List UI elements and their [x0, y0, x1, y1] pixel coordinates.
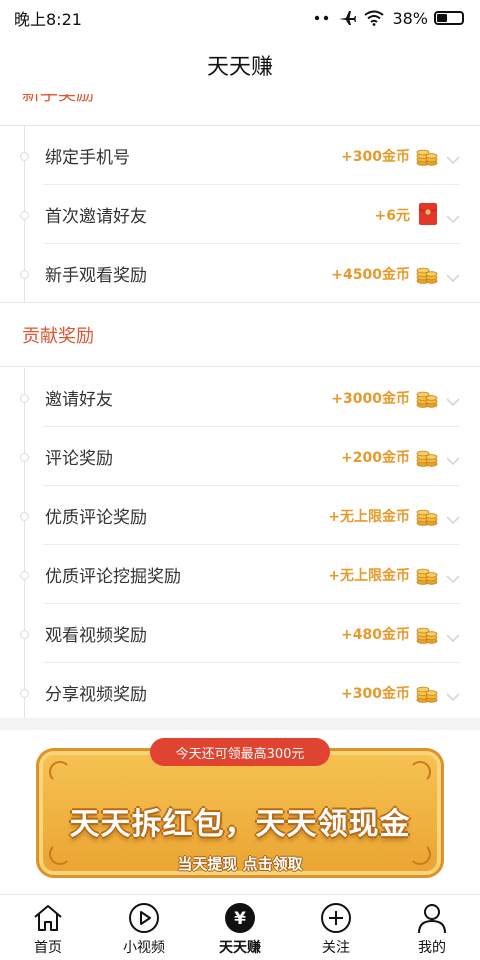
task-label: 评论奖励: [45, 449, 113, 469]
plus-circle-icon: [320, 901, 352, 935]
task-row[interactable]: 评论奖励 +200金币: [0, 427, 480, 486]
battery-percent: 38%: [392, 8, 428, 28]
newbie-task-list: 绑定手机号 +300金币首次邀请好友 +6元新手观看奖励 +4500金币: [0, 126, 480, 303]
chevron-down-icon: [446, 451, 460, 470]
task-row[interactable]: 分享视频奖励 +300金币: [0, 663, 480, 722]
task-reward: +3000金币: [331, 390, 410, 407]
task-label: 优质评论奖励: [45, 508, 147, 528]
task-label: 邀请好友: [45, 390, 113, 410]
banner-card[interactable]: 天天拆红包，天天领现金 当天提现 点击领取: [36, 748, 444, 878]
status-bar: 晚上8:21 38%: [0, 0, 480, 36]
task-label: 新手观看奖励: [45, 266, 147, 286]
contribution-task-list: 邀请好友 +3000金币 评论奖励 +200金币 优质评论奖励 +无上限金币 优质评论挖掘奖…: [0, 368, 480, 722]
tab-mine[interactable]: 我的: [384, 895, 480, 960]
battery-icon: [434, 11, 464, 25]
timeline-dot: [20, 512, 29, 521]
task-reward: +300金币: [341, 685, 410, 702]
red-envelope-icon: [418, 202, 438, 230]
airplane-icon: [338, 10, 357, 26]
gold-coins-icon: [416, 505, 438, 531]
timeline-dot: [20, 630, 29, 639]
page-title: 天天赚: [206, 55, 273, 80]
battery-indicator: 38%: [392, 9, 464, 28]
yen-circle-icon: ¥: [224, 901, 256, 935]
task-label: 分享视频奖励: [45, 685, 147, 705]
timeline-dot: [20, 689, 29, 698]
timeline-dot: [20, 571, 29, 580]
svg-text:¥: ¥: [234, 909, 246, 929]
banner-pill: 今天还可领最高300元: [150, 738, 330, 766]
tab-follow[interactable]: 关注: [288, 895, 384, 960]
task-label: 观看视频奖励: [45, 626, 147, 646]
task-row[interactable]: 优质评论挖掘奖励 +无上限金币: [0, 545, 480, 604]
banner-title: 天天拆红包，天天领现金: [69, 807, 411, 842]
chevron-down-icon: [446, 150, 460, 169]
task-row[interactable]: 绑定手机号 +300金币: [0, 126, 480, 185]
task-row[interactable]: 观看视频奖励 +480金币: [0, 604, 480, 663]
more-dots-icon: [314, 15, 330, 21]
chevron-down-icon: [446, 209, 460, 228]
tab-label: 小视频: [123, 940, 165, 956]
tab-label: 关注: [322, 940, 350, 956]
timeline-dot: [20, 152, 29, 161]
gold-coins-icon: [416, 564, 438, 590]
home-icon: [32, 901, 64, 935]
tab-short-video[interactable]: 小视频: [96, 895, 192, 960]
task-list-scroll[interactable]: 新手奖励 绑定手机号 +300金币 首次邀请好友 +6元 新手观看奖励 +4500金币 贡…: [0, 94, 480, 894]
tab-label: 天天赚: [219, 940, 261, 956]
task-reward: +480金币: [341, 626, 410, 643]
gold-coins-icon: [416, 682, 438, 708]
task-reward: +300金币: [341, 148, 410, 165]
timeline-dot: [20, 211, 29, 220]
red-packet-banner[interactable]: 今天还可领最高300元 天天拆红包，天天领现金 当天提现 点击领取: [36, 738, 444, 878]
chevron-down-icon: [446, 628, 460, 647]
section-spacer: [0, 718, 480, 730]
chevron-down-icon: [446, 510, 460, 529]
task-row[interactable]: 新手观看奖励 +4500金币: [0, 244, 480, 303]
person-icon: [416, 901, 448, 935]
play-circle-icon: [128, 901, 160, 935]
section-title-contribution: 贡献奖励: [22, 325, 94, 347]
section-title-newbie: 新手奖励: [22, 94, 94, 105]
chevron-down-icon: [446, 569, 460, 588]
tab-earn[interactable]: ¥ 天天赚: [192, 895, 288, 960]
status-time: 晚上8:21: [14, 10, 82, 29]
task-reward: +6元: [374, 207, 410, 224]
task-label: 首次邀请好友: [45, 207, 147, 227]
status-icons: 38%: [314, 9, 464, 28]
gold-coins-icon: [416, 446, 438, 472]
tab-home[interactable]: 首页: [0, 895, 96, 960]
task-reward: +无上限金币: [328, 508, 410, 525]
task-reward: +无上限金币: [328, 567, 410, 584]
tab-label: 首页: [34, 940, 62, 956]
bottom-tab-bar: 首页 小视频 ¥ 天天赚 关注 我的: [0, 894, 480, 960]
timeline-dot: [20, 270, 29, 279]
nav-header: 天天赚: [0, 36, 480, 94]
timeline-dot: [20, 394, 29, 403]
chevron-down-icon: [446, 392, 460, 411]
task-reward: +4500金币: [331, 266, 410, 283]
task-label: 绑定手机号: [45, 148, 130, 168]
task-label: 优质评论挖掘奖励: [45, 567, 181, 587]
task-row[interactable]: 优质评论奖励 +无上限金币: [0, 486, 480, 545]
task-row[interactable]: 首次邀请好友 +6元: [0, 185, 480, 244]
gold-coins-icon: [416, 387, 438, 413]
task-reward: +200金币: [341, 449, 410, 466]
tab-label: 我的: [418, 940, 446, 956]
gold-coins-icon: [416, 145, 438, 171]
banner-subtitle: 当天提现 点击领取: [177, 855, 303, 873]
gold-coins-icon: [416, 263, 438, 289]
chevron-down-icon: [446, 687, 460, 706]
timeline-dot: [20, 453, 29, 462]
wifi-icon: [364, 10, 385, 26]
task-row[interactable]: 邀请好友 +3000金币: [0, 368, 480, 427]
section-header-contribution: 贡献奖励: [0, 303, 480, 367]
chevron-down-icon: [446, 268, 460, 287]
gold-coins-icon: [416, 623, 438, 649]
